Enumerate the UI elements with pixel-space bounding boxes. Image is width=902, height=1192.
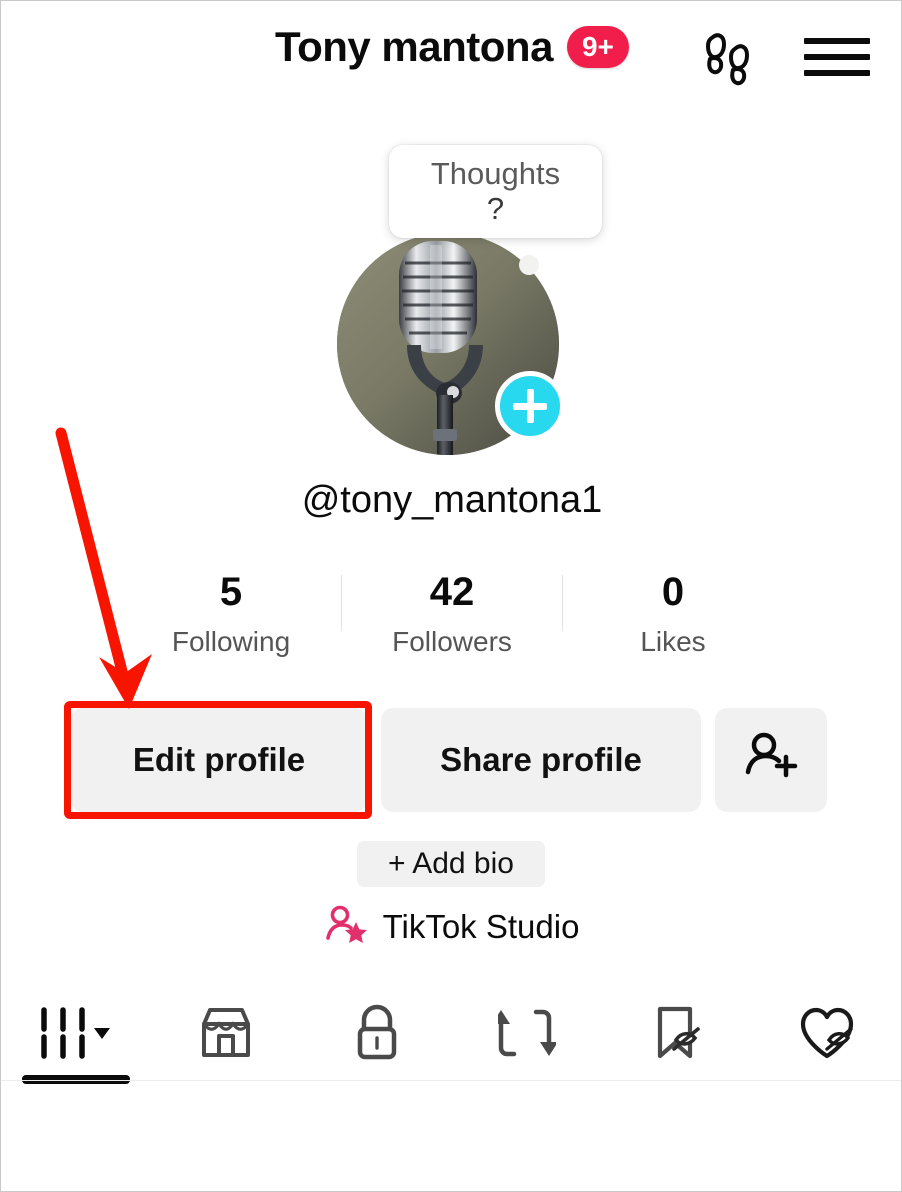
stat-value: 5 xyxy=(219,570,243,614)
thoughts-bubble[interactable]: Thoughts ? xyxy=(389,145,602,238)
tab-saved[interactable] xyxy=(602,986,752,1084)
add-friend-button[interactable] xyxy=(715,708,827,812)
tab-reposts[interactable] xyxy=(452,986,602,1084)
stat-following[interactable]: 5 Following xyxy=(121,571,341,656)
tiktok-profile-screen: Tony mantona 9+ Thoughts ? @tony_mantona… xyxy=(0,0,902,1192)
profile-username[interactable]: @tony_mantona1 xyxy=(1,479,901,522)
hamburger-bar xyxy=(804,70,870,76)
stat-likes[interactable]: 0 Likes xyxy=(563,571,783,656)
hamburger-bar xyxy=(804,54,870,60)
storefront-icon xyxy=(197,1005,255,1066)
repost-arrows-icon xyxy=(492,1004,559,1067)
tab-shop[interactable] xyxy=(151,986,301,1084)
thoughts-question-mark: ? xyxy=(486,190,505,226)
stat-followers[interactable]: 42 Followers xyxy=(342,571,562,656)
avatar-highlight-dot xyxy=(519,255,539,275)
bookmark-slash-icon xyxy=(648,1004,706,1067)
notification-badge[interactable]: 9+ xyxy=(566,26,629,68)
person-star-icon xyxy=(325,904,369,949)
plus-icon xyxy=(526,389,534,423)
page-title: Tony mantona xyxy=(275,23,553,70)
profile-stats: 5 Following 42 Followers 0 Likes xyxy=(121,571,783,679)
stat-label: Followers xyxy=(392,626,512,657)
lock-icon xyxy=(351,1004,403,1067)
thoughts-text: Thoughts xyxy=(430,155,561,191)
tiktok-studio-label: TikTok Studio xyxy=(382,907,580,945)
hamburger-menu-icon[interactable] xyxy=(801,27,873,87)
profile-actions: Edit profile Share profile xyxy=(71,708,833,812)
edit-profile-button[interactable]: Edit profile xyxy=(71,708,367,812)
profile-tabs xyxy=(1,986,901,1084)
add-person-icon xyxy=(743,728,799,792)
footprints-icon[interactable] xyxy=(695,25,767,89)
heart-slash-icon xyxy=(798,1005,858,1066)
hamburger-bar xyxy=(804,38,870,44)
tab-videos[interactable] xyxy=(1,986,151,1084)
add-story-button[interactable] xyxy=(495,371,565,441)
grid-dropdown-icon xyxy=(32,1004,120,1067)
stat-value: 0 xyxy=(661,570,685,614)
avatar[interactable] xyxy=(337,233,565,455)
tiktok-studio-link[interactable]: TikTok Studio xyxy=(1,904,901,949)
add-bio-button[interactable]: + Add bio xyxy=(357,841,545,887)
tab-private[interactable] xyxy=(302,986,452,1084)
tab-liked[interactable] xyxy=(753,986,901,1084)
stat-value: 42 xyxy=(429,570,475,614)
stat-label: Likes xyxy=(640,626,706,657)
stat-label: Following xyxy=(171,626,291,657)
profile-header: Tony mantona 9+ xyxy=(1,1,901,113)
share-profile-button[interactable]: Share profile xyxy=(381,708,701,812)
tabs-divider xyxy=(1,1080,901,1081)
